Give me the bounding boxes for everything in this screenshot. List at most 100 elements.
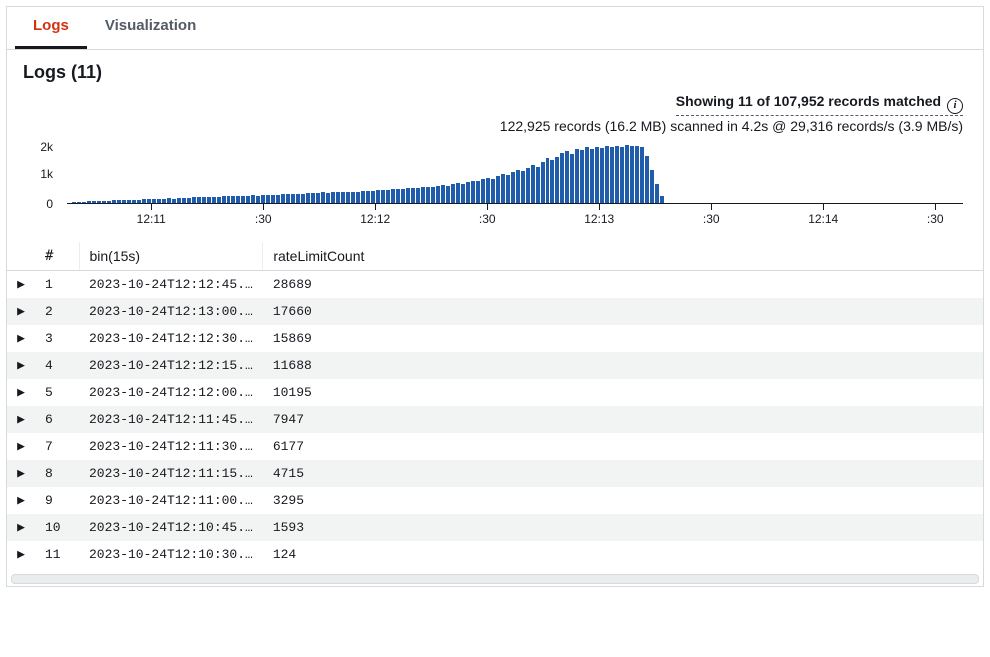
histogram-bar[interactable] xyxy=(286,194,290,203)
histogram-bar[interactable] xyxy=(326,193,330,204)
histogram-bar[interactable] xyxy=(546,158,550,203)
histogram-bar[interactable] xyxy=(172,199,176,204)
histogram-bar[interactable] xyxy=(506,175,510,203)
histogram-bar[interactable] xyxy=(132,200,136,204)
histogram-bar[interactable] xyxy=(92,201,96,203)
histogram-bar[interactable] xyxy=(291,194,295,203)
histogram-bar[interactable] xyxy=(630,146,634,203)
histogram-bar[interactable] xyxy=(531,165,535,203)
histogram-bar[interactable] xyxy=(461,184,465,203)
histogram-bar[interactable] xyxy=(555,157,559,204)
histogram-bar[interactable] xyxy=(351,192,355,204)
histogram-bar[interactable] xyxy=(241,196,245,203)
histogram-bar[interactable] xyxy=(236,196,240,204)
histogram-bar[interactable] xyxy=(197,197,201,203)
histogram-bar[interactable] xyxy=(411,188,415,204)
histogram-bar[interactable] xyxy=(635,146,639,204)
histogram-bar[interactable] xyxy=(396,189,400,203)
expand-row-icon[interactable]: ▶ xyxy=(7,271,35,299)
histogram-bar[interactable] xyxy=(331,192,335,203)
histogram-bar[interactable] xyxy=(366,191,370,204)
histogram-bar[interactable] xyxy=(640,147,644,204)
histogram-bar[interactable] xyxy=(496,176,500,203)
histogram-bar[interactable] xyxy=(541,162,545,203)
histogram-bar[interactable] xyxy=(650,170,654,203)
histogram-bar[interactable] xyxy=(301,194,305,203)
expand-row-icon[interactable]: ▶ xyxy=(7,379,35,406)
histogram-bar[interactable] xyxy=(231,196,235,203)
histogram-bar[interactable] xyxy=(580,150,584,203)
histogram-bar[interactable] xyxy=(311,193,315,203)
histogram-bar[interactable] xyxy=(222,196,226,203)
histogram-bar[interactable] xyxy=(336,192,340,203)
histogram-bar[interactable] xyxy=(476,181,480,203)
histogram-bar[interactable] xyxy=(595,147,599,204)
histogram-bar[interactable] xyxy=(296,194,300,204)
histogram-bar[interactable] xyxy=(391,189,395,203)
histogram-bar[interactable] xyxy=(142,199,146,203)
histogram-bar[interactable] xyxy=(600,148,604,204)
histogram-bar[interactable] xyxy=(605,146,609,203)
histogram-bar[interactable] xyxy=(117,200,121,203)
histogram-bar[interactable] xyxy=(107,201,111,203)
histogram-bar[interactable] xyxy=(406,188,410,203)
histogram-bar[interactable] xyxy=(486,178,490,203)
histogram-bar[interactable] xyxy=(521,171,525,203)
histogram-bar[interactable] xyxy=(137,200,141,204)
histogram-bar[interactable] xyxy=(227,196,231,203)
histogram-bar[interactable] xyxy=(436,186,440,203)
histogram-bar[interactable] xyxy=(491,179,495,204)
histogram-bar[interactable] xyxy=(615,146,619,204)
histogram-bar[interactable] xyxy=(162,199,166,203)
histogram-bar[interactable] xyxy=(421,187,425,203)
histogram-bar[interactable] xyxy=(276,195,280,204)
expand-row-icon[interactable]: ▶ xyxy=(7,406,35,433)
histogram-bar[interactable] xyxy=(102,201,106,204)
histogram-bar[interactable] xyxy=(431,187,435,203)
histogram-bar[interactable] xyxy=(570,154,574,204)
histogram-bar[interactable] xyxy=(187,198,191,204)
histogram-bar[interactable] xyxy=(97,201,101,203)
histogram-bar[interactable] xyxy=(152,199,156,203)
expand-row-icon[interactable]: ▶ xyxy=(7,325,35,352)
histogram-bar[interactable] xyxy=(251,195,255,203)
histogram-bar[interactable] xyxy=(511,172,515,203)
histogram-bar[interactable] xyxy=(112,200,116,203)
histogram-bar[interactable] xyxy=(281,194,285,203)
histogram-bar[interactable] xyxy=(127,200,131,204)
histogram-bar[interactable] xyxy=(177,198,181,203)
histogram-bar[interactable] xyxy=(381,190,385,203)
histogram-bar[interactable] xyxy=(441,185,445,203)
histogram-bar[interactable] xyxy=(306,193,310,203)
histogram-bar[interactable] xyxy=(645,156,649,203)
histogram-bar[interactable] xyxy=(620,147,624,204)
histogram-bar[interactable] xyxy=(446,186,450,203)
histogram-bar[interactable] xyxy=(72,202,76,203)
histogram-bar[interactable] xyxy=(575,149,579,203)
histogram-bar[interactable] xyxy=(261,195,265,203)
expand-row-icon[interactable]: ▶ xyxy=(7,460,35,487)
histogram-bar[interactable] xyxy=(625,145,629,203)
table-row[interactable]: ▶22023-10-24T12:13:00.…17660 xyxy=(7,298,983,325)
table-row[interactable]: ▶92023-10-24T12:11:00.…3295 xyxy=(7,487,983,514)
expand-row-icon[interactable]: ▶ xyxy=(7,298,35,325)
expand-row-icon[interactable]: ▶ xyxy=(7,487,35,514)
histogram-bar[interactable] xyxy=(192,197,196,203)
histogram-bar[interactable] xyxy=(207,197,211,204)
tab-visualization[interactable]: Visualization xyxy=(87,7,214,49)
chart-bars[interactable] xyxy=(67,144,963,204)
histogram-bar[interactable] xyxy=(147,199,151,203)
table-row[interactable]: ▶82023-10-24T12:11:15.…4715 xyxy=(7,460,983,487)
histogram-bar[interactable] xyxy=(416,188,420,203)
histogram-bar[interactable] xyxy=(77,202,81,203)
histogram-bar[interactable] xyxy=(246,196,250,204)
histogram-bar[interactable] xyxy=(341,192,345,203)
histogram-bar[interactable] xyxy=(212,197,216,203)
expand-row-icon[interactable]: ▶ xyxy=(7,352,35,379)
histogram-bar[interactable] xyxy=(610,147,614,203)
table-row[interactable]: ▶72023-10-24T12:11:30.…6177 xyxy=(7,433,983,460)
histogram-bar[interactable] xyxy=(202,197,206,203)
expand-row-icon[interactable]: ▶ xyxy=(7,541,35,568)
histogram-bar[interactable] xyxy=(590,149,594,204)
expand-row-icon[interactable]: ▶ xyxy=(7,433,35,460)
